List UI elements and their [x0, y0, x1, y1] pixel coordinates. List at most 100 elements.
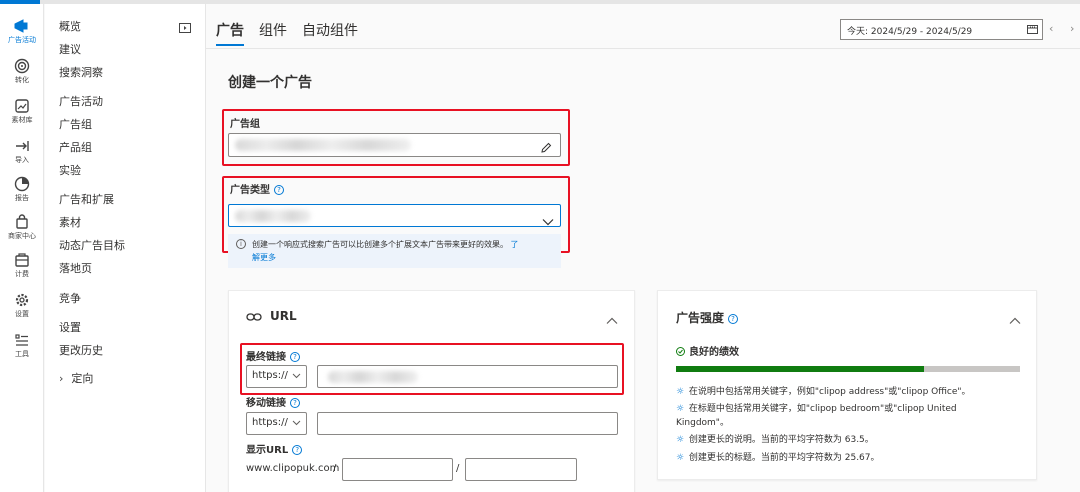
nav-search-insights[interactable]: 搜索洞察 [59, 64, 103, 80]
ad-type-label: 广告类型? [230, 181, 284, 196]
redacted-value [328, 371, 418, 383]
lightbulb-icon: ☼ [676, 453, 685, 463]
rail-label: 商家中心 [8, 232, 36, 240]
page-title: 创建一个广告 [228, 75, 312, 91]
help-icon[interactable]: ? [290, 398, 300, 408]
side-nav: 概览 建议 搜索洞察 广告活动 广告组 产品组 实验 广告和扩展 素材 动态广告… [45, 4, 206, 492]
collapse-panel-icon[interactable] [179, 18, 191, 37]
pencil-edit-icon[interactable] [540, 139, 552, 158]
nav-product-groups[interactable]: 产品组 [59, 139, 92, 155]
calendar-icon [1027, 24, 1038, 37]
chevron-down-icon [292, 420, 301, 426]
megaphone-icon [14, 19, 28, 33]
prev-date-button[interactable]: ‹ [1049, 22, 1053, 35]
rail-label: 设置 [15, 310, 29, 318]
help-icon[interactable]: ? [292, 445, 303, 455]
chevron-right-icon: › [59, 372, 64, 385]
rail-label: 转化 [15, 76, 29, 84]
date-range-picker[interactable]: 今天: 2024/5/29 - 2024/5/29 [840, 19, 1043, 40]
path-separator: / [456, 463, 460, 474]
mobile-url-input[interactable] [317, 412, 618, 435]
rail-settings[interactable]: 设置 [0, 288, 44, 328]
rail-label: 广告活动 [8, 36, 36, 44]
nav-recommendations[interactable]: 建议 [59, 41, 81, 57]
display-path1-input[interactable] [342, 458, 453, 481]
rail-label: 导入 [15, 156, 29, 164]
final-url-label: 最终链接? [246, 348, 300, 363]
rail-label: 报告 [15, 194, 29, 202]
nav-ad-groups[interactable]: 广告组 [59, 116, 92, 132]
rail-billing[interactable]: 计费 [0, 248, 44, 288]
chevron-down-icon [292, 373, 301, 379]
help-icon[interactable]: ? [290, 352, 300, 362]
nav-ads-extensions[interactable]: 广告和扩展 [59, 191, 114, 207]
tip-item: ☼ 创建更长的标题。当前的平均字符数为 25.67。 [676, 453, 880, 463]
image-edit-icon [15, 99, 29, 113]
rail-reports[interactable]: 报告 [0, 172, 44, 212]
nav-campaigns[interactable]: 广告活动 [59, 93, 103, 109]
nav-settings[interactable]: 设置 [59, 319, 81, 335]
gear-icon [15, 293, 29, 307]
strength-progress-fill [676, 366, 924, 372]
ad-group-label: 广告组 [230, 119, 260, 130]
tip-item: ☼ 创建更长的说明。当前的平均字符数为 63.5。 [676, 435, 874, 445]
mobile-url-protocol-select[interactable]: https:// [246, 412, 307, 435]
rail-merchant-center[interactable]: 商家中心 [0, 210, 44, 250]
ad-group-field[interactable] [228, 133, 561, 157]
link-icon [246, 311, 262, 325]
learn-more-link[interactable]: 了 [511, 240, 519, 249]
nav-change-history[interactable]: 更改历史 [59, 342, 103, 358]
rail-import[interactable]: 导入 [0, 134, 44, 174]
nav-experiments[interactable]: 实验 [59, 162, 81, 178]
date-range-text: 今天: 2024/5/29 - 2024/5/29 [847, 27, 973, 37]
display-path2-input[interactable] [465, 458, 577, 481]
lightbulb-icon: ☼ [676, 387, 685, 397]
display-url-domain: www.clipopuk.com [246, 463, 340, 474]
strength-status: 良好的绩效 [676, 343, 739, 358]
rail-conversions[interactable]: 转化 [0, 54, 44, 94]
path-separator: / [333, 463, 337, 474]
display-url-label: 显示URL? [246, 441, 303, 456]
nav-landing-pages[interactable]: 落地页 [59, 260, 92, 276]
ad-type-info-bar: i 创建一个响应式搜索广告可以比创建多个扩展文本广告带来更好的效果。 了 解更多 [228, 234, 561, 268]
nav-dynamic-ad-targets[interactable]: 动态广告目标 [59, 237, 125, 253]
nav-competition[interactable]: 竞争 [59, 290, 81, 306]
help-icon[interactable]: ? [728, 314, 739, 324]
learn-more-link-cont[interactable]: 解更多 [252, 252, 276, 263]
rail-label: 工具 [15, 350, 29, 358]
collapse-url-card-icon[interactable] [606, 310, 618, 329]
final-url-input[interactable] [317, 365, 618, 388]
rail-label: 素材库 [11, 116, 33, 124]
nav-overview[interactable]: 概览 [59, 18, 81, 34]
strength-progress-bar [676, 366, 1020, 372]
icon-rail: 广告活动 转化 素材库 导入 报告 商家中心 计费 设置 工具 [0, 4, 44, 492]
next-date-button[interactable]: › [1070, 22, 1074, 35]
redacted-value [235, 210, 311, 222]
tip-item: ☼ 在说明中包括常用关键字，例如"clipop address"或"clipop… [676, 387, 971, 397]
nav-targeting[interactable]: › 定向 [59, 370, 93, 386]
nav-assets[interactable]: 素材 [59, 214, 81, 230]
ad-type-dropdown[interactable] [228, 204, 561, 227]
tab-auto-assets[interactable]: 自动组件 [302, 20, 358, 40]
tab-assets[interactable]: 组件 [259, 20, 287, 40]
rail-tools[interactable]: 工具 [0, 328, 44, 368]
check-circle-icon [676, 347, 685, 356]
lightbulb-icon: ☼ [676, 435, 685, 445]
mobile-url-label: 移动链接? [246, 394, 300, 409]
info-message: 创建一个响应式搜索广告可以比创建多个扩展文本广告带来更好的效果。 了 [252, 240, 519, 249]
collapse-strength-card-icon[interactable] [1009, 310, 1021, 329]
redacted-value [235, 139, 411, 151]
shopping-bag-icon [16, 214, 28, 229]
header-divider [206, 48, 1080, 49]
tip-item: ☼ 在标题中包括常用关键字，如"clipop bedroom"或"clipop … [676, 404, 957, 414]
help-icon[interactable]: ? [274, 185, 284, 195]
info-icon: i [236, 239, 246, 249]
final-url-protocol-select[interactable]: https:// [246, 365, 307, 388]
rail-campaigns[interactable]: 广告活动 [0, 14, 44, 54]
tools-icon [15, 334, 28, 346]
tab-ads[interactable]: 广告 [216, 20, 244, 46]
chevron-down-icon [542, 211, 554, 230]
rail-asset-library[interactable]: 素材库 [0, 94, 44, 134]
report-chart-icon [14, 176, 30, 192]
target-icon [14, 58, 30, 74]
